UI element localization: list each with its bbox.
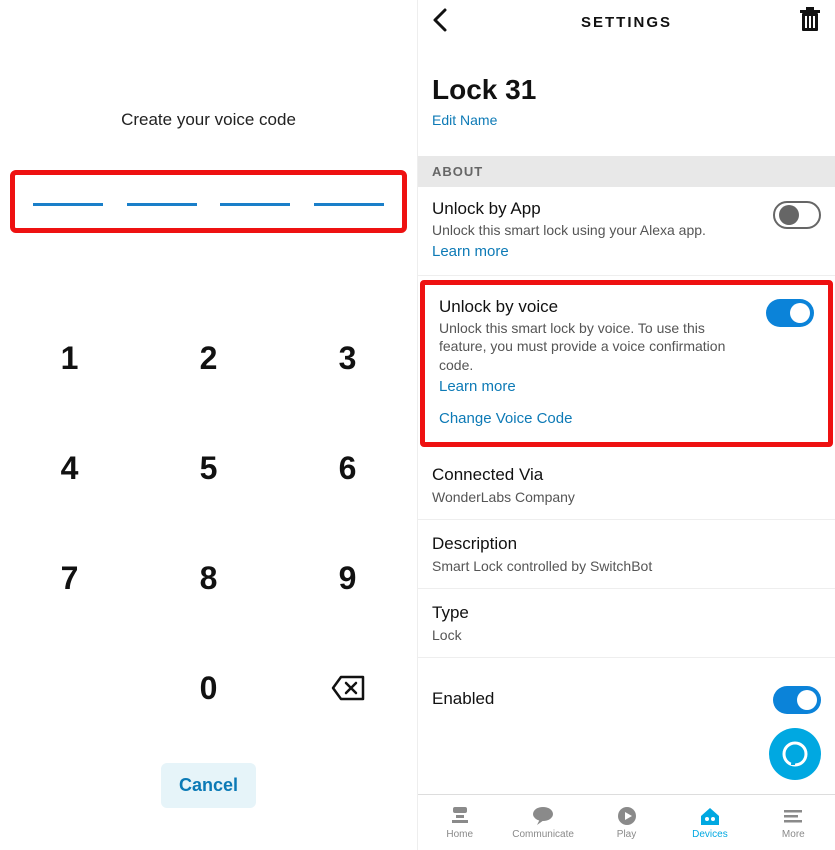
more-icon xyxy=(780,805,806,827)
home-icon xyxy=(447,805,473,827)
key-backspace[interactable] xyxy=(278,633,417,743)
code-input-highlight xyxy=(10,170,407,233)
type-value: Lock xyxy=(432,627,821,643)
keypad: 1 2 3 4 5 6 7 8 9 0 xyxy=(0,303,417,743)
devices-icon xyxy=(697,805,723,827)
tab-devices-label: Devices xyxy=(692,829,728,840)
play-icon xyxy=(614,805,640,827)
unlock-app-title: Unlock by App xyxy=(432,199,763,219)
tab-play-label: Play xyxy=(617,829,636,840)
tab-home-label: Home xyxy=(446,829,473,840)
key-6[interactable]: 6 xyxy=(278,413,417,523)
tab-home[interactable]: Home xyxy=(418,795,501,850)
voice-code-title: Create your voice code xyxy=(0,110,417,130)
settings-pane: SETTINGS Lock 31 Edit Name ABOUT xyxy=(417,0,835,850)
row-description: Description Smart Lock controlled by Swi… xyxy=(418,520,835,589)
section-about: ABOUT xyxy=(418,156,835,187)
key-8[interactable]: 8 xyxy=(139,523,278,633)
tab-communicate[interactable]: Communicate xyxy=(501,795,584,850)
edit-name-link[interactable]: Edit Name xyxy=(432,112,821,128)
chat-icon xyxy=(530,805,556,827)
unlock-app-desc: Unlock this smart lock using your Alexa … xyxy=(432,221,763,239)
enabled-label: Enabled xyxy=(432,689,494,709)
delete-button[interactable] xyxy=(799,7,821,38)
row-enabled: Enabled xyxy=(418,658,835,728)
backspace-icon xyxy=(331,675,365,701)
key-2[interactable]: 2 xyxy=(139,303,278,413)
code-slots xyxy=(33,203,384,206)
chevron-left-icon xyxy=(428,7,454,33)
row-connected-via: Connected Via WonderLabs Company xyxy=(418,451,835,520)
device-title-block: Lock 31 Edit Name xyxy=(418,44,835,138)
unlock-app-learn-more[interactable]: Learn more xyxy=(432,243,509,260)
code-slot-2[interactable] xyxy=(127,203,197,206)
row-type: Type Lock xyxy=(418,589,835,658)
alexa-fab[interactable] xyxy=(769,728,821,780)
key-9[interactable]: 9 xyxy=(278,523,417,633)
tab-devices[interactable]: Devices xyxy=(668,795,751,850)
toggle-knob xyxy=(797,690,817,710)
description-label: Description xyxy=(432,534,821,554)
unlock-app-toggle[interactable] xyxy=(773,201,821,229)
voice-code-pane: Create your voice code 1 2 3 4 5 6 7 8 9… xyxy=(0,0,417,850)
back-button[interactable] xyxy=(428,7,454,38)
key-1[interactable]: 1 xyxy=(0,303,139,413)
description-value: Smart Lock controlled by SwitchBot xyxy=(432,558,821,574)
toggle-knob xyxy=(779,205,799,225)
key-7[interactable]: 7 xyxy=(0,523,139,633)
tab-play[interactable]: Play xyxy=(585,795,668,850)
key-empty xyxy=(0,633,139,743)
code-slot-1[interactable] xyxy=(33,203,103,206)
code-slot-3[interactable] xyxy=(220,203,290,206)
unlock-voice-desc: Unlock this smart lock by voice. To use … xyxy=(439,319,756,374)
settings-title: SETTINGS xyxy=(581,14,672,31)
connected-via-value: WonderLabs Company xyxy=(432,489,821,505)
tab-more-label: More xyxy=(782,829,805,840)
tab-more[interactable]: More xyxy=(752,795,835,850)
key-5[interactable]: 5 xyxy=(139,413,278,523)
key-0[interactable]: 0 xyxy=(139,633,278,743)
row-unlock-by-app: Unlock by App Unlock this smart lock usi… xyxy=(418,187,835,276)
tab-communicate-label: Communicate xyxy=(512,829,574,840)
code-slot-4[interactable] xyxy=(314,203,384,206)
unlock-by-voice-highlight: Unlock by voice Unlock this smart lock b… xyxy=(420,280,833,447)
unlock-voice-title: Unlock by voice xyxy=(439,297,756,317)
row-unlock-by-voice: Unlock by voice Unlock this smart lock b… xyxy=(425,285,828,442)
toggle-knob xyxy=(790,303,810,323)
unlock-voice-learn-more[interactable]: Learn more xyxy=(439,378,516,395)
key-4[interactable]: 4 xyxy=(0,413,139,523)
trash-icon xyxy=(799,7,821,33)
unlock-voice-toggle[interactable] xyxy=(766,299,814,327)
device-name: Lock 31 xyxy=(432,74,821,106)
tab-bar: Home Communicate Play Devices More xyxy=(418,794,835,850)
enabled-toggle[interactable] xyxy=(773,686,821,714)
key-3[interactable]: 3 xyxy=(278,303,417,413)
connected-via-label: Connected Via xyxy=(432,465,821,485)
cancel-button[interactable]: Cancel xyxy=(161,763,256,808)
change-voice-code-link[interactable]: Change Voice Code xyxy=(439,410,572,427)
settings-header: SETTINGS xyxy=(418,0,835,44)
alexa-icon xyxy=(780,739,810,769)
type-label: Type xyxy=(432,603,821,623)
